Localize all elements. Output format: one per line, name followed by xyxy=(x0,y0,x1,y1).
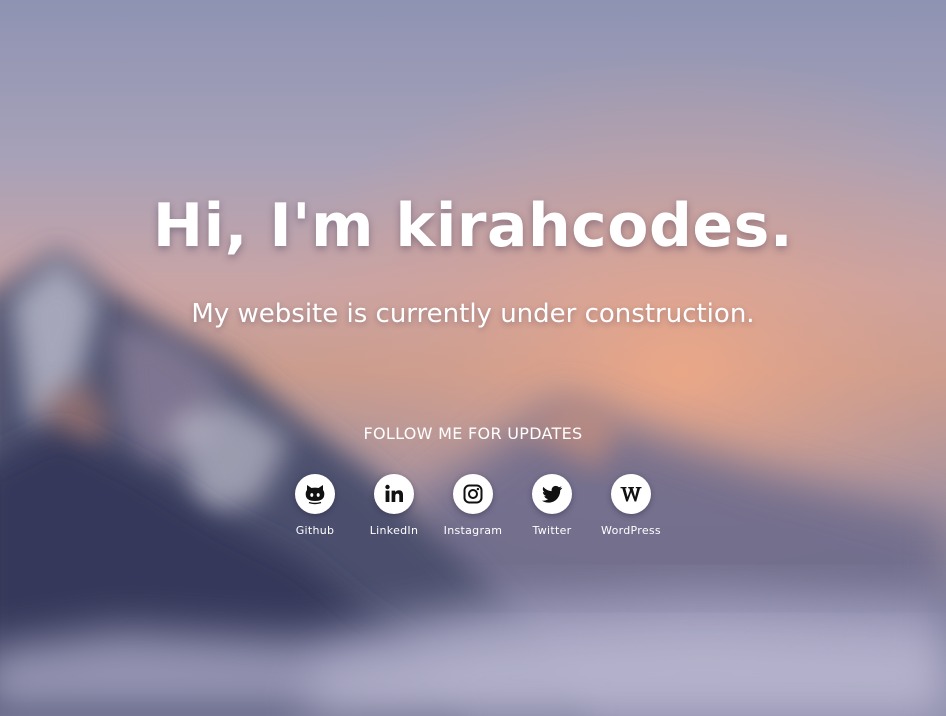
twitter-link[interactable]: Twitter xyxy=(513,474,592,538)
wordpress-link[interactable]: WordPress xyxy=(592,474,671,538)
wordpress-icon[interactable] xyxy=(611,474,651,514)
follow-heading: FOLLOW ME FOR UPDATES xyxy=(363,424,583,443)
github-link[interactable]: Github xyxy=(276,474,355,538)
wordpress-icon-glyph xyxy=(620,487,642,502)
page-title: Hi, I'm kirahcodes. xyxy=(152,191,794,261)
twitter-label: Twitter xyxy=(532,524,572,537)
linkedin-link[interactable]: LinkedIn xyxy=(355,474,434,538)
linkedin-icon-glyph xyxy=(385,484,403,502)
github-icon[interactable] xyxy=(295,474,335,514)
landing-content: Hi, I'm kirahcodes. My website is curren… xyxy=(0,0,946,716)
page-subtitle: My website is currently under constructi… xyxy=(191,299,755,329)
linkedin-icon[interactable] xyxy=(374,474,414,514)
instagram-label: Instagram xyxy=(443,524,503,537)
github-label: Github xyxy=(295,524,335,537)
linkedin-label: LinkedIn xyxy=(369,524,419,537)
instagram-icon[interactable] xyxy=(453,474,493,514)
twitter-icon[interactable] xyxy=(532,474,572,514)
instagram-link[interactable]: Instagram xyxy=(434,474,513,538)
instagram-icon-glyph xyxy=(463,484,483,504)
wordpress-label: WordPress xyxy=(601,524,661,537)
social-links: Github LinkedIn Instagram Twitter WordPr… xyxy=(0,474,946,538)
github-icon-glyph xyxy=(305,485,325,505)
twitter-icon-glyph xyxy=(541,485,563,503)
